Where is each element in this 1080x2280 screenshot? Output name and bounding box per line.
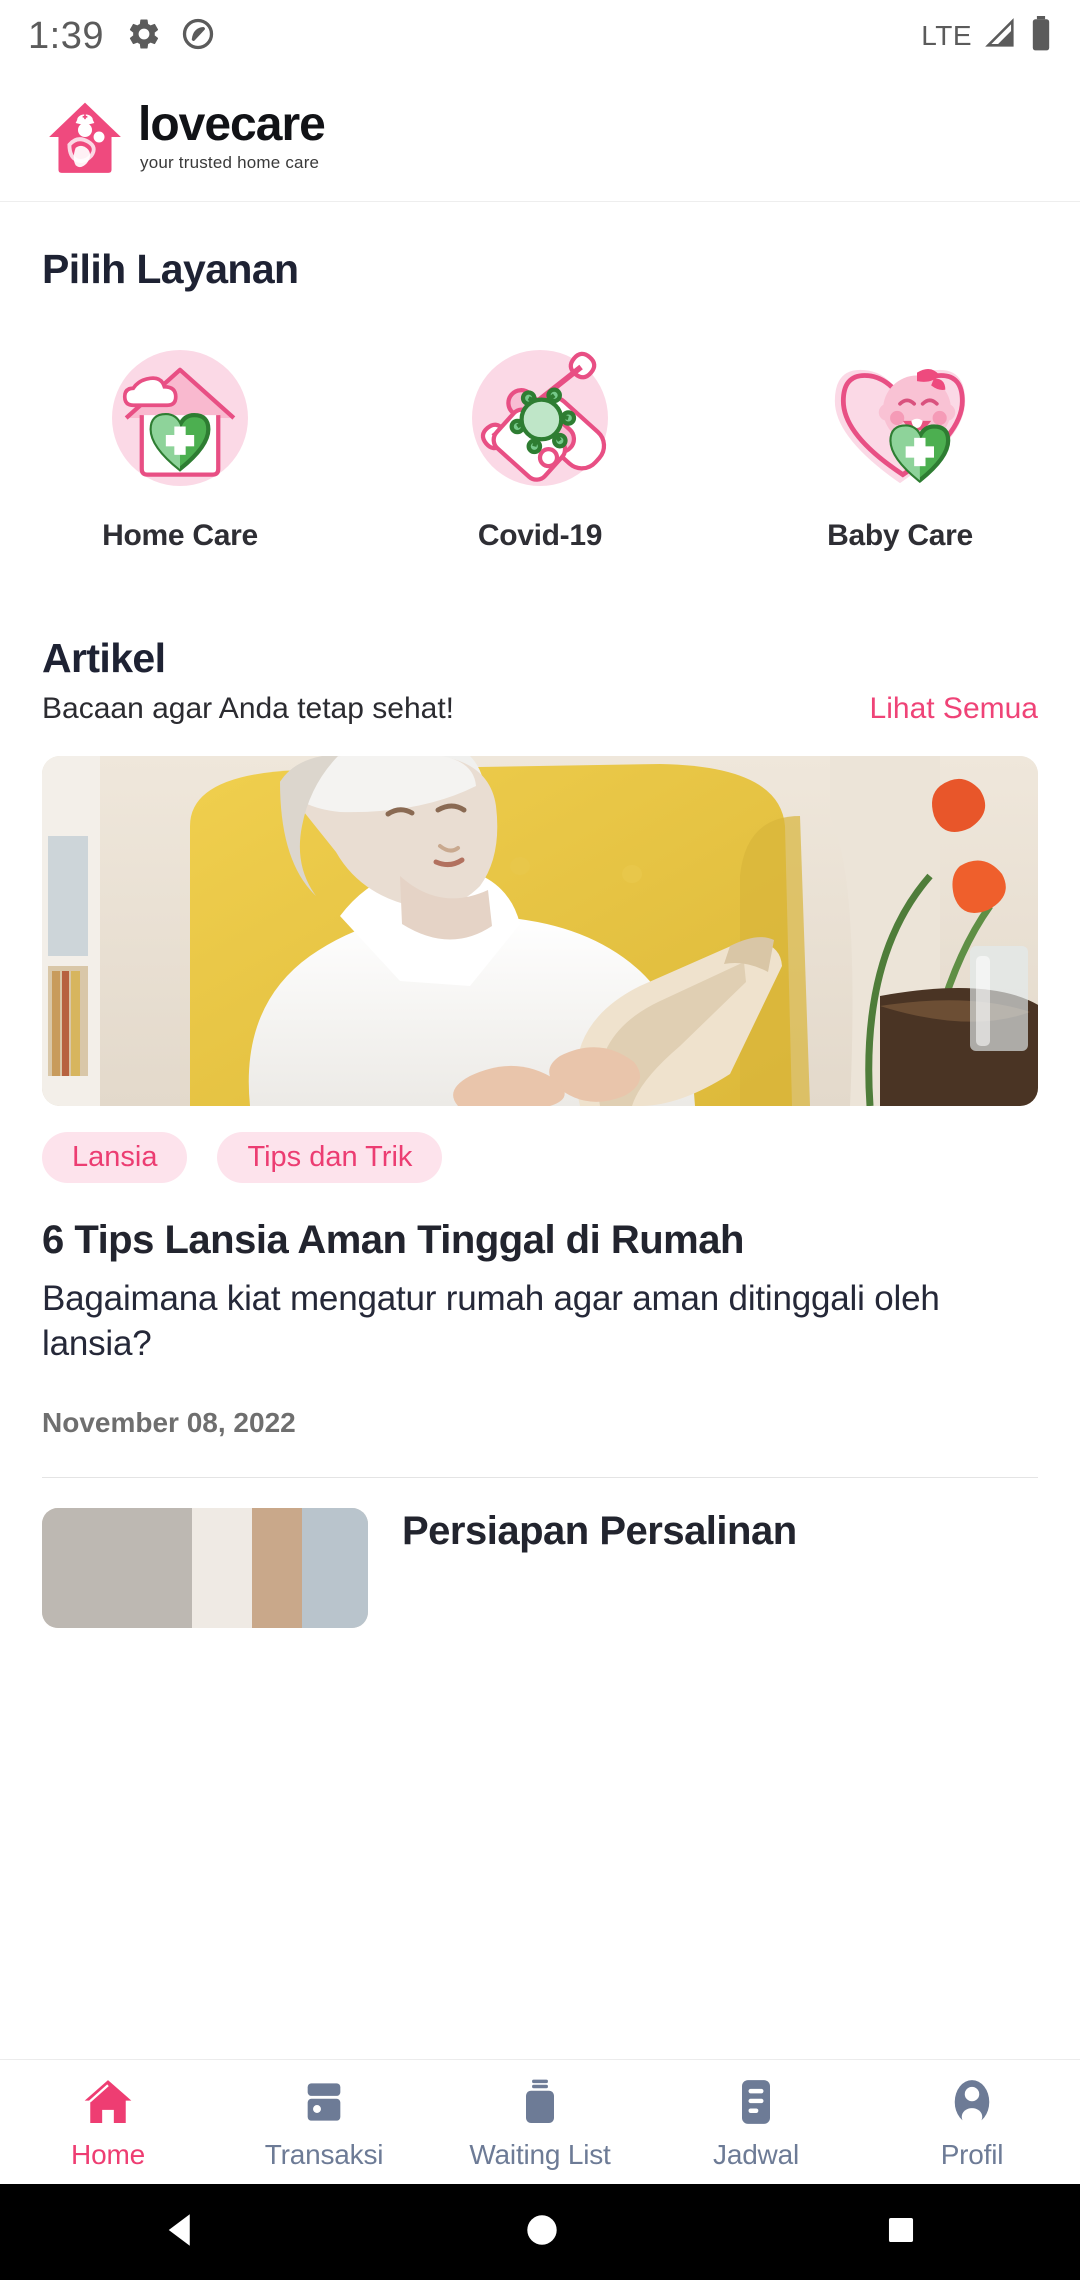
article-tag[interactable]: Lansia bbox=[42, 1132, 188, 1183]
home-care-icon bbox=[95, 333, 265, 503]
articles-subtitle: Bacaan agar Anda tetap sehat! bbox=[42, 692, 454, 725]
services-section-title: Pilih Layanan bbox=[42, 246, 299, 292]
nav-item-profil[interactable]: Profil bbox=[864, 2074, 1080, 2171]
list-icon bbox=[728, 2074, 784, 2130]
nav-label: Home bbox=[71, 2138, 145, 2170]
service-label: Home Care bbox=[102, 519, 258, 552]
article-image bbox=[42, 1507, 368, 1628]
article-card[interactable]: Lansia Tips dan Trik 6 Tips Lansia Aman … bbox=[42, 756, 1038, 1478]
article-tags: Lansia Tips dan Trik bbox=[42, 1132, 1038, 1183]
brand-logo[interactable]: lovecare your trusted home care bbox=[46, 97, 326, 176]
article-description: Bagaimana kiat mengatur rumah agar aman … bbox=[42, 1279, 940, 1363]
status-right-icons: LTE bbox=[921, 15, 1052, 57]
articles-header: Artikel Bacaan agar Anda tetap sehat! Li… bbox=[42, 635, 1038, 726]
articles-section-title: Artikel bbox=[42, 635, 166, 681]
bottom-navigation: Home Transaksi Waiting List Jadwal Profi… bbox=[0, 2059, 1080, 2184]
jar-icon bbox=[512, 2074, 568, 2130]
brand-name: lovecare bbox=[138, 97, 326, 151]
article-image bbox=[42, 756, 1038, 1106]
services-list: Home Care Covid-19 Baby Care bbox=[42, 333, 1038, 553]
battery-icon bbox=[1030, 15, 1052, 57]
nav-label: Transaksi bbox=[264, 2138, 384, 2170]
system-navigation-bar bbox=[0, 2184, 1080, 2280]
person-icon bbox=[944, 2074, 1000, 2130]
service-item-baby-care[interactable]: Baby Care bbox=[780, 333, 1020, 553]
status-bar: 1:39 LTE bbox=[0, 0, 1080, 72]
article-date: November 08, 2022 bbox=[42, 1406, 296, 1438]
article-card[interactable]: Persiapan Persalinan bbox=[42, 1507, 1038, 1628]
brand-tagline: your trusted home care bbox=[140, 152, 320, 172]
service-label: Covid-19 bbox=[477, 519, 603, 552]
article-tag[interactable]: Tips dan Trik bbox=[217, 1132, 443, 1183]
article-title: Persiapan Persalinan bbox=[402, 1508, 797, 1553]
nav-item-transaksi[interactable]: Transaksi bbox=[216, 2074, 432, 2171]
articles-section: Artikel Bacaan agar Anda tetap sehat! Li… bbox=[0, 635, 1080, 1628]
service-item-covid-19[interactable]: Covid-19 bbox=[420, 333, 660, 553]
article-title: 6 Tips Lansia Aman Tinggal di Rumah bbox=[42, 1218, 744, 1262]
gear-icon bbox=[126, 16, 162, 57]
status-time: 1:39 bbox=[28, 14, 104, 57]
service-label: Baby Care bbox=[827, 519, 973, 552]
recents-square-icon[interactable] bbox=[882, 2211, 920, 2254]
status-notification-icons bbox=[126, 16, 216, 57]
article-divider bbox=[42, 1476, 1038, 1478]
app-screen: 1:39 LTE lovecare your trusted home care… bbox=[0, 0, 1080, 2280]
nav-label: Waiting List bbox=[469, 2138, 611, 2170]
house-nurse-baby-logo-icon bbox=[46, 98, 124, 176]
services-section: Pilih Layanan Home Care Covid-19 Baby Ca… bbox=[0, 246, 1080, 553]
network-type-label: LTE bbox=[921, 20, 972, 51]
app-header: lovecare your trusted home care bbox=[0, 72, 1080, 202]
nav-label: Jadwal bbox=[713, 2138, 799, 2170]
baby-care-icon bbox=[815, 333, 985, 503]
signal-icon bbox=[984, 17, 1018, 56]
nav-item-jadwal[interactable]: Jadwal bbox=[648, 2074, 864, 2171]
covid-test-icon bbox=[455, 333, 625, 503]
home-icon bbox=[80, 2074, 136, 2130]
data-saver-icon bbox=[180, 16, 216, 57]
back-triangle-icon[interactable] bbox=[160, 2209, 202, 2256]
card-icon bbox=[296, 2074, 352, 2130]
home-circle-icon[interactable] bbox=[521, 2209, 563, 2256]
nav-label: Profil bbox=[940, 2138, 1004, 2170]
nav-item-home[interactable]: Home bbox=[0, 2074, 216, 2171]
service-item-home-care[interactable]: Home Care bbox=[60, 333, 300, 553]
see-all-link[interactable]: Lihat Semua bbox=[870, 692, 1038, 726]
nav-item-waiting-list[interactable]: Waiting List bbox=[432, 2074, 648, 2171]
